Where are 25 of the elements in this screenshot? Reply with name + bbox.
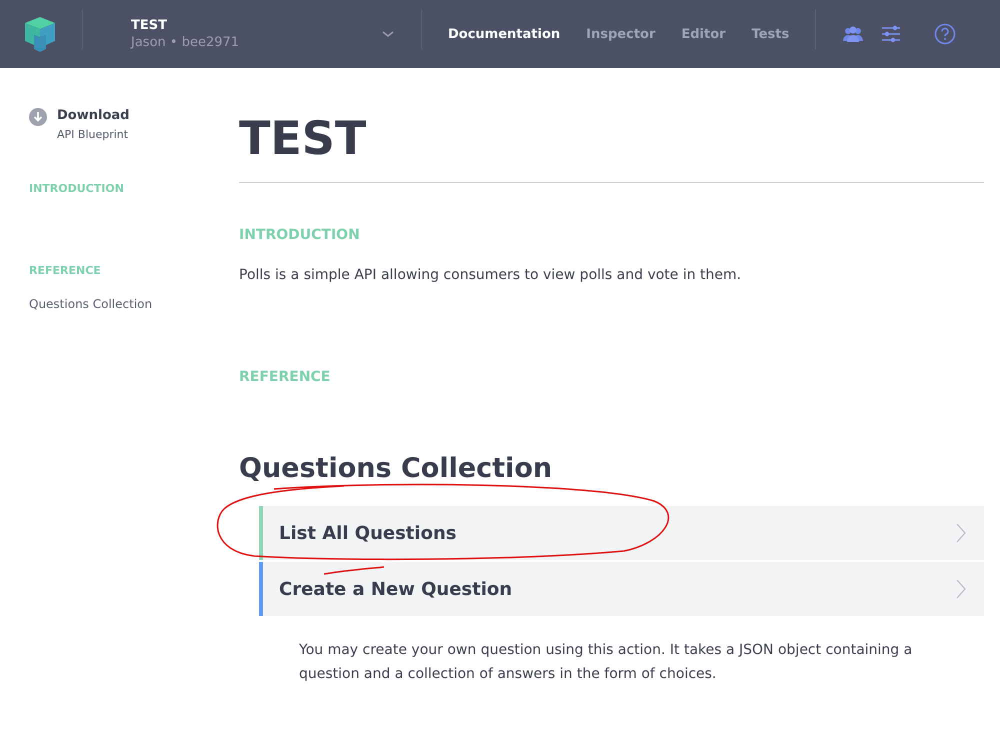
nav-tab[interactable]: Tests: [752, 26, 790, 42]
nav-tab[interactable]: Editor: [681, 26, 726, 42]
chevron-down-icon[interactable]: [381, 29, 395, 39]
action-row[interactable]: Create a New Question: [259, 562, 984, 616]
page-title: TEST: [239, 106, 984, 183]
help-icon[interactable]: [934, 23, 956, 45]
download-icon[interactable]: [29, 108, 47, 126]
section-heading: REFERENCE: [239, 369, 330, 385]
introduction-text: Polls is a simple API allowing consumers to view polls and vote in them.: [239, 266, 742, 285]
action-title: Create a New Question: [279, 578, 512, 600]
group-title: Questions Collection: [239, 452, 554, 486]
section-heading: INTRODUCTION: [239, 227, 360, 243]
sliders-icon[interactable]: [880, 23, 902, 45]
nav-item[interactable]: Questions Collection: [29, 297, 152, 311]
download-format: API Blueprint: [57, 128, 130, 141]
project-name: TEST: [131, 18, 168, 33]
chevron-right-icon: [956, 523, 966, 543]
download-link[interactable]: Download: [57, 108, 130, 123]
action-title: List All Questions: [279, 522, 456, 544]
nav-tab[interactable]: Inspector: [586, 26, 656, 42]
chevron-right-icon: [956, 579, 966, 599]
action-row[interactable]: List All Questions: [259, 506, 984, 560]
project-owner: Jason • bee2971: [131, 35, 240, 50]
nav-tab[interactable]: Documentation: [448, 26, 560, 42]
action-description: You may create your own question using this action. It takes a JSON object containing a question and a collection of answers in the form of choices.: [299, 641, 914, 684]
